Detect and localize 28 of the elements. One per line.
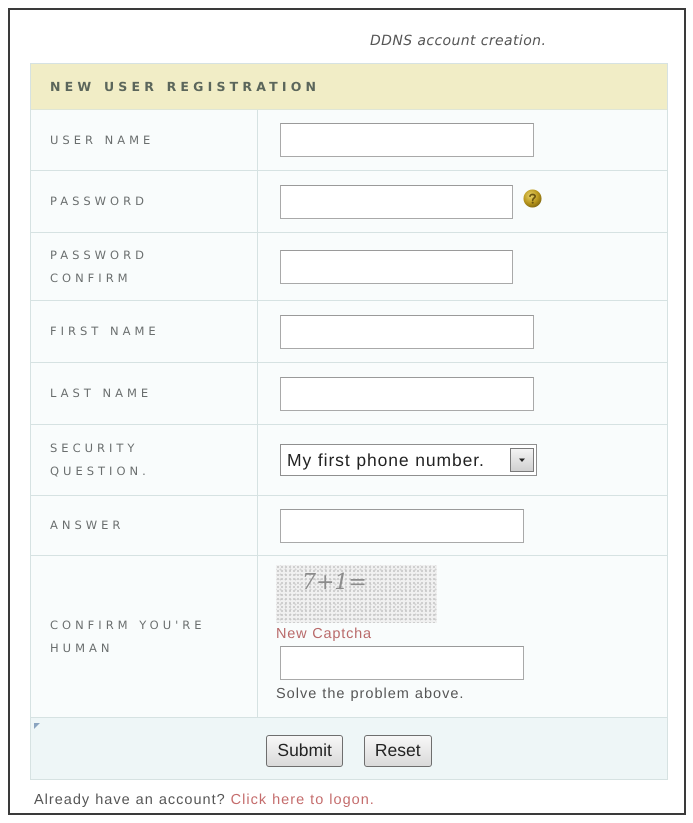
field-label: PASSWORD CONFIRM [50,246,149,286]
text-input[interactable] [280,314,534,348]
corner-triangle-icon [34,723,40,729]
reset-button[interactable]: Reset [364,734,432,766]
password-input[interactable] [280,184,513,218]
account-prompt: Already have an account? [34,792,226,809]
text-input[interactable] [280,376,534,410]
logon-link[interactable]: Click here to logon. [230,792,375,809]
help-icon[interactable] [523,189,542,208]
field-label: SECURITY QUESTION. [50,440,151,480]
new-captcha-link[interactable]: New Captcha [276,626,372,642]
password-input[interactable] [280,250,513,284]
field-label: FIRST NAME [50,323,160,340]
captcha-answer-input[interactable] [280,646,524,680]
table-header: NEW USER REGISTRATION [31,64,667,110]
field-label: CONFIRM YOU'RE HUMAN [50,616,207,656]
text-input[interactable] [280,508,524,542]
submit-button[interactable]: Submit [266,734,343,766]
dropdown-caret-icon[interactable] [510,448,534,472]
question-select[interactable]: My first phone number. [280,444,537,476]
field-label: ANSWER [50,517,124,534]
text-input[interactable] [280,123,534,157]
field-label: USER NAME [50,132,154,148]
field-label: LAST NAME [50,385,152,402]
field-label: PASSWORD [50,193,148,210]
captcha-image: 7+1= [276,565,437,623]
page-caption: DDNS account creation. [370,32,546,51]
captcha-hint: Solve the problem above. [276,686,464,702]
